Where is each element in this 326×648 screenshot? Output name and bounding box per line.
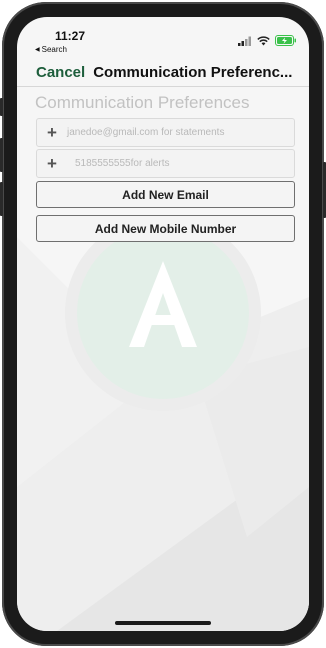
- home-indicator[interactable]: [115, 621, 211, 625]
- status-icons: [238, 35, 297, 46]
- mobile-contact-row[interactable]: + 5185555555for alerts: [36, 149, 295, 178]
- mute-switch: [0, 98, 3, 116]
- plus-icon[interactable]: +: [37, 154, 67, 174]
- phone-frame: 11:27 ◀ Search Cancel Communication Pref…: [0, 2, 326, 646]
- status-time: 11:27: [55, 29, 86, 43]
- wifi-icon: [257, 35, 270, 45]
- plus-icon[interactable]: +: [37, 123, 67, 143]
- add-new-mobile-number-button[interactable]: Add New Mobile Number: [36, 215, 295, 242]
- battery-charging-icon: [275, 35, 296, 46]
- cellular-signal-icon: [238, 36, 251, 46]
- add-new-email-button[interactable]: Add New Email: [36, 181, 295, 208]
- status-bar: 11:27 ◀ Search: [17, 17, 309, 57]
- back-search-label: Search: [41, 45, 67, 54]
- navigation-bar: Cancel Communication Preferenc...: [17, 59, 309, 87]
- section-title: Communication Preferences: [35, 93, 250, 112]
- volume-up-button: [0, 138, 3, 172]
- page-title: Communication Preferenc...: [93, 64, 293, 81]
- cancel-button[interactable]: Cancel: [36, 64, 85, 81]
- volume-down-button: [0, 182, 3, 216]
- back-caret-icon: ◀: [35, 47, 40, 53]
- mobile-value: 5185555555for alerts: [75, 158, 170, 169]
- email-contact-row[interactable]: + janedoe@gmail.com for statements: [36, 118, 295, 147]
- email-value: janedoe@gmail.com for statements: [67, 127, 225, 138]
- back-to-search-link[interactable]: ◀ Search: [35, 45, 67, 54]
- screen: 11:27 ◀ Search Cancel Communication Pref…: [17, 17, 309, 631]
